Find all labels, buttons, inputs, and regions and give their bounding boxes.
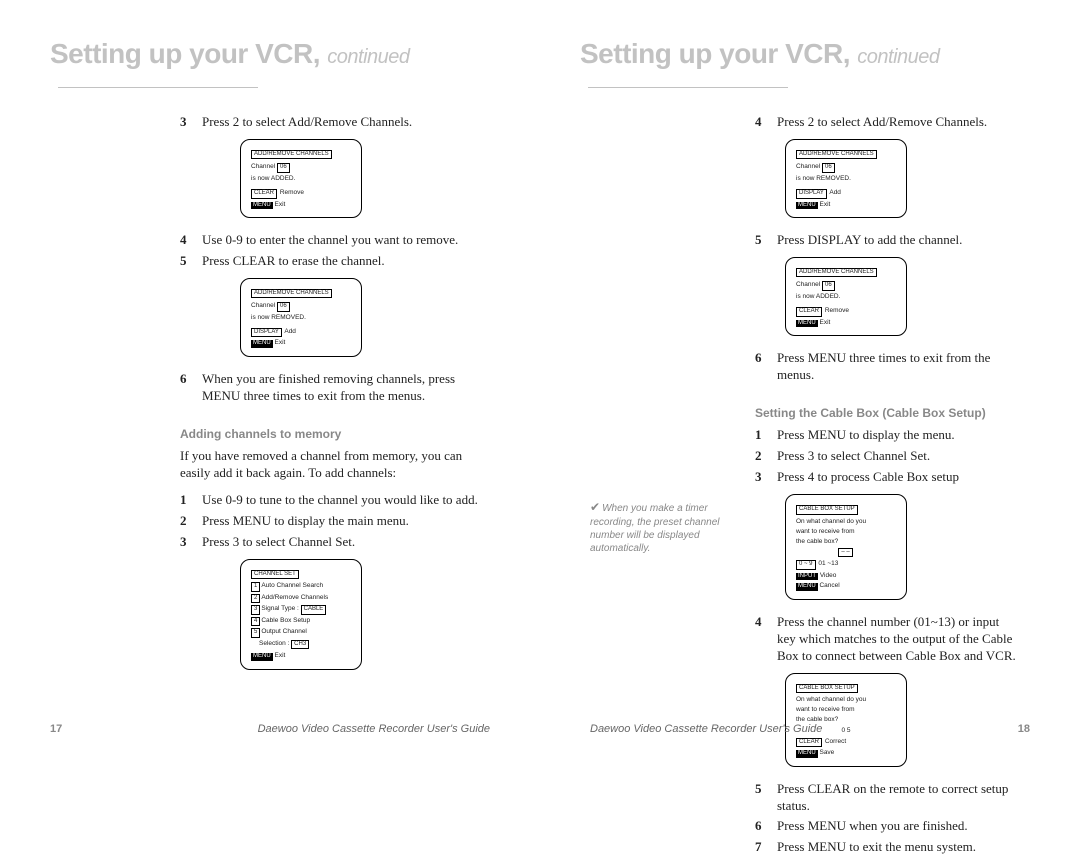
title-rule (588, 87, 788, 88)
title-continued: continued (857, 46, 939, 68)
intro-text: If you have removed a channel from memor… (180, 448, 490, 482)
title-main: Setting up your VCR, (580, 38, 850, 69)
title-continued: continued (327, 46, 409, 68)
step: 6Press MENU three times to exit from the… (755, 350, 1020, 384)
step: 4Press 2 to select Add/Remove Channels. (755, 114, 1020, 131)
step: 5Press DISPLAY to add the channel. (755, 232, 1020, 249)
subsection: Adding channels to memory If you have re… (180, 427, 490, 670)
step: 6Press MENU when you are finished. (755, 818, 1020, 835)
page-title: Setting up your VCR, continued (50, 38, 490, 102)
osd-box: CABLE BOX SETUP On what channel do you w… (785, 673, 907, 767)
step: 5Press CLEAR on the remote to correct se… (755, 781, 1020, 815)
step: 7Press MENU to exit the menu system. (755, 839, 1020, 856)
checkmark-icon: ✔ (590, 500, 600, 514)
osd-box: CABLE BOX SETUP On what channel do you w… (785, 494, 907, 600)
step: 1Press MENU to display the menu. (755, 427, 1020, 444)
osd-box: ADD/REMOVE CHANNELS Channel 06 is now RE… (785, 139, 907, 218)
page-number: 18 (1018, 723, 1030, 735)
step: 4Press the channel number (01~13) or inp… (755, 614, 1020, 665)
step: 6When you are finished removing channels… (180, 371, 490, 405)
footer-text: Daewoo Video Cassette Recorder User's Gu… (590, 723, 822, 735)
step: 5Press CLEAR to erase the channel. (180, 253, 490, 270)
footer: 17 Daewoo Video Cassette Recorder User's… (50, 723, 490, 735)
margin-note-text: When you make a timer recording, the pre… (590, 503, 720, 554)
content-column: 3 Press 2 to select Add/Remove Channels.… (180, 114, 490, 670)
step: 4Use 0-9 to enter the channel you want t… (180, 232, 490, 249)
step: 2Press 3 to select Channel Set. (755, 448, 1020, 465)
section-heading: Setting the Cable Box (Cable Box Setup) (755, 406, 1020, 422)
step: 3Press 3 to select Channel Set. (180, 534, 490, 551)
page-number: 17 (50, 723, 62, 735)
page-left: Setting up your VCR, continued 3 Press 2… (0, 0, 540, 763)
step: 3Press 4 to process Cable Box setup (755, 469, 1020, 486)
footer: 18 Daewoo Video Cassette Recorder User's… (590, 723, 1030, 735)
page-right: Setting up your VCR, continued 4Press 2 … (540, 0, 1080, 763)
page-title: Setting up your VCR, continued (580, 38, 1020, 102)
title-main: Setting up your VCR, (50, 38, 320, 69)
content-column: 4Press 2 to select Add/Remove Channels. … (755, 114, 1020, 856)
osd-box: ADD/REMOVE CHANNELS Channel 06 is now AD… (240, 139, 362, 218)
footer-text: Daewoo Video Cassette Recorder User's Gu… (258, 723, 490, 735)
title-rule (58, 87, 258, 88)
section-heading: Adding channels to memory (180, 427, 490, 443)
osd-title: ADD/REMOVE CHANNELS (251, 150, 332, 160)
step: 2Press MENU to display the main menu. (180, 513, 490, 530)
step-text: Press 2 to select Add/Remove Channels. (202, 114, 490, 131)
margin-note: ✔When you make a timer recording, the pr… (590, 500, 720, 555)
osd-box: CHANNEL SET 1Auto Channel Search 2Add/Re… (240, 559, 362, 670)
osd-box: ADD/REMOVE CHANNELS Channel 06 is now AD… (785, 257, 907, 336)
step-number: 3 (180, 114, 202, 131)
step: 1Use 0-9 to tune to the channel you woul… (180, 492, 490, 509)
step: 3 Press 2 to select Add/Remove Channels. (180, 114, 490, 131)
osd-box: ADD/REMOVE CHANNELS Channel 06 is now RE… (240, 278, 362, 357)
